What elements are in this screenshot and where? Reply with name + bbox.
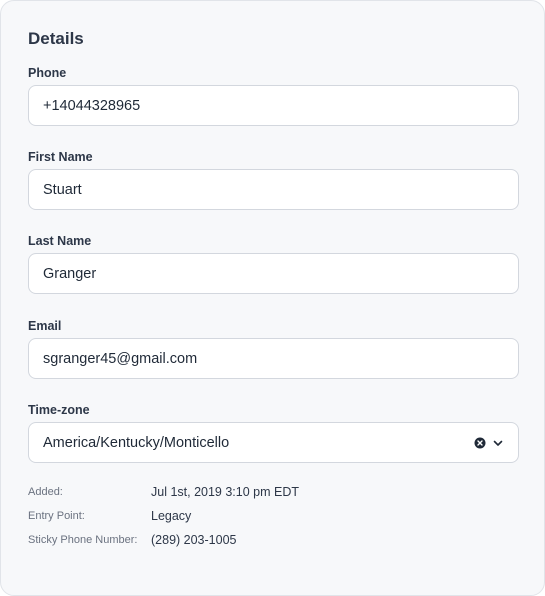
first-name-field[interactable]: Stuart xyxy=(28,169,519,210)
phone-label: Phone xyxy=(28,66,67,80)
timezone-controls xyxy=(474,437,518,449)
details-card: Details Phone +14044328965 First Name St… xyxy=(0,0,545,596)
email-label: Email xyxy=(28,319,62,333)
entry-point-label: Entry Point: xyxy=(28,510,85,522)
added-label: Added: xyxy=(28,486,63,498)
last-name-label: Last Name xyxy=(28,234,92,248)
last-name-field[interactable]: Granger xyxy=(28,253,519,294)
email-field[interactable]: sgranger45@gmail.com xyxy=(28,338,519,379)
meta-row-added: Added: Jul 1st, 2019 3:10 pm EDT xyxy=(28,485,508,499)
section-title: Details xyxy=(28,29,84,48)
phone-value: +14044328965 xyxy=(43,97,141,114)
clear-icon[interactable] xyxy=(474,437,486,449)
phone-field[interactable]: +14044328965 xyxy=(28,85,519,126)
timezone-value: America/Kentucky/Monticello xyxy=(43,434,230,451)
sticky-phone-label: Sticky Phone Number: xyxy=(28,534,138,546)
first-name-value: Stuart xyxy=(43,181,82,198)
email-value: sgranger45@gmail.com xyxy=(43,350,198,367)
timezone-label: Time-zone xyxy=(28,403,90,417)
sticky-phone-value: (289) 203-1005 xyxy=(151,533,237,547)
chevron-down-icon[interactable] xyxy=(492,437,504,449)
meta-row-entry-point: Entry Point: Legacy xyxy=(28,509,508,523)
entry-point-value: Legacy xyxy=(151,509,192,523)
first-name-label: First Name xyxy=(28,150,93,164)
meta-row-sticky-phone: Sticky Phone Number: (289) 203-1005 xyxy=(28,533,508,547)
last-name-value: Granger xyxy=(43,265,97,282)
added-value: Jul 1st, 2019 3:10 pm EDT xyxy=(151,485,299,499)
timezone-select[interactable]: America/Kentucky/Monticello xyxy=(28,422,519,463)
